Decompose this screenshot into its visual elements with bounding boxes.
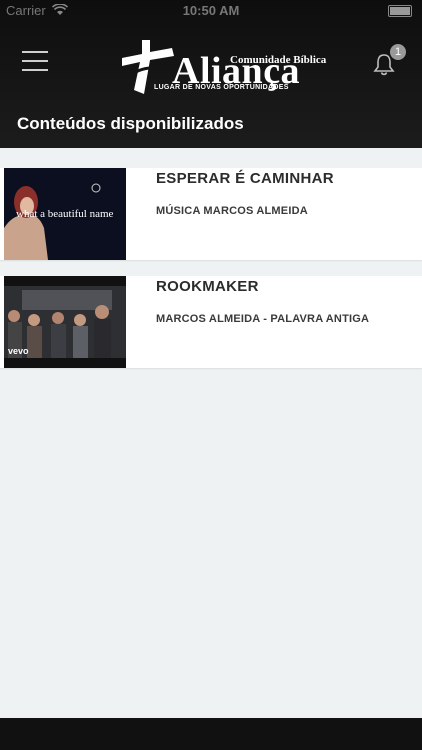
status-bar: Carrier 10:50 AM — [0, 0, 422, 22]
hamburger-menu-icon[interactable] — [22, 51, 48, 71]
list-item[interactable]: what a beautiful name ESPERAR É CAMINHAR… — [0, 168, 422, 260]
app-logo: Comunidade Bíblica Aliança LUGAR DE NOVA… — [120, 38, 326, 96]
item-subtitle: MARCOS ALMEIDA - PALAVRA ANTIGA — [156, 313, 370, 325]
page-title: Conteúdos disponibilizados — [17, 114, 244, 133]
item-title: ESPERAR É CAMINHAR — [156, 170, 334, 187]
battery-icon — [388, 5, 412, 17]
logo-tagline: LUGAR DE NOVAS OPORTUNIDADES — [154, 84, 289, 91]
thumbnail-caption: what a beautiful name — [16, 208, 114, 220]
notification-badge: 1 — [390, 44, 406, 60]
bottom-bar — [0, 718, 422, 750]
content-list: what a beautiful name ESPERAR É CAMINHAR… — [0, 168, 422, 384]
app-header: Carrier 10:50 AM Comunidade Bíblica Alia… — [0, 0, 422, 148]
list-item[interactable]: vevo ROOKMAKER MARCOS ALMEIDA - PALAVRA … — [0, 276, 422, 368]
status-time: 10:50 AM — [182, 3, 240, 18]
item-subtitle: MÚSICA MARCOS ALMEIDA — [156, 205, 308, 217]
video-thumbnail: vevo — [4, 276, 126, 368]
video-thumbnail: what a beautiful name — [4, 168, 126, 260]
vevo-logo: vevo — [8, 346, 29, 356]
item-title: ROOKMAKER — [156, 278, 259, 295]
